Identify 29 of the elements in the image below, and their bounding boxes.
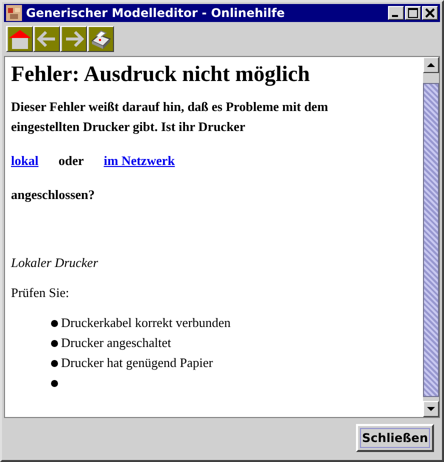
list-item: Druckerkabel korrekt verbunden [61,315,231,331]
minimize-icon [392,15,398,17]
question-text: angeschlossen? [11,186,96,204]
close-help-button[interactable]: Schließen [356,424,434,452]
section-title: Lokaler Drucker [11,255,100,271]
bullet-icon [51,380,58,386]
maximize-button[interactable] [405,6,421,20]
print-button[interactable] [87,26,114,52]
intro-text: Dieser Fehler weißt darauf hin, daß es Probleme mit dem eingestellten Drucker gibt. Ist ihr Drucker [11,98,330,136]
minimize-button[interactable] [388,6,404,20]
close-button[interactable] [422,6,438,20]
app-icon [6,5,22,21]
check-label: Prüfen Sie: [11,285,70,301]
bullet-icon [51,340,58,346]
bullet-icon [51,360,58,366]
list-item: Drucker hat genügend Papier [61,355,213,371]
forward-button[interactable] [60,26,87,52]
page-heading: Fehler: Ausdruck nicht möglich [11,61,311,87]
local-link[interactable]: lokal [11,151,38,171]
home-button[interactable] [6,26,33,52]
or-text: oder [58,152,84,170]
scroll-up-icon[interactable] [427,63,435,67]
network-link[interactable]: im Netzwerk [104,151,175,171]
bullet-icon [51,320,58,326]
back-button[interactable] [33,26,60,52]
scrollbar[interactable] [423,57,439,417]
window-title: Generischer Modelleditor - Onlinehilfe [26,6,286,20]
scroll-down-icon[interactable] [427,407,435,411]
list-item: Drucker angeschaltet [61,335,172,351]
